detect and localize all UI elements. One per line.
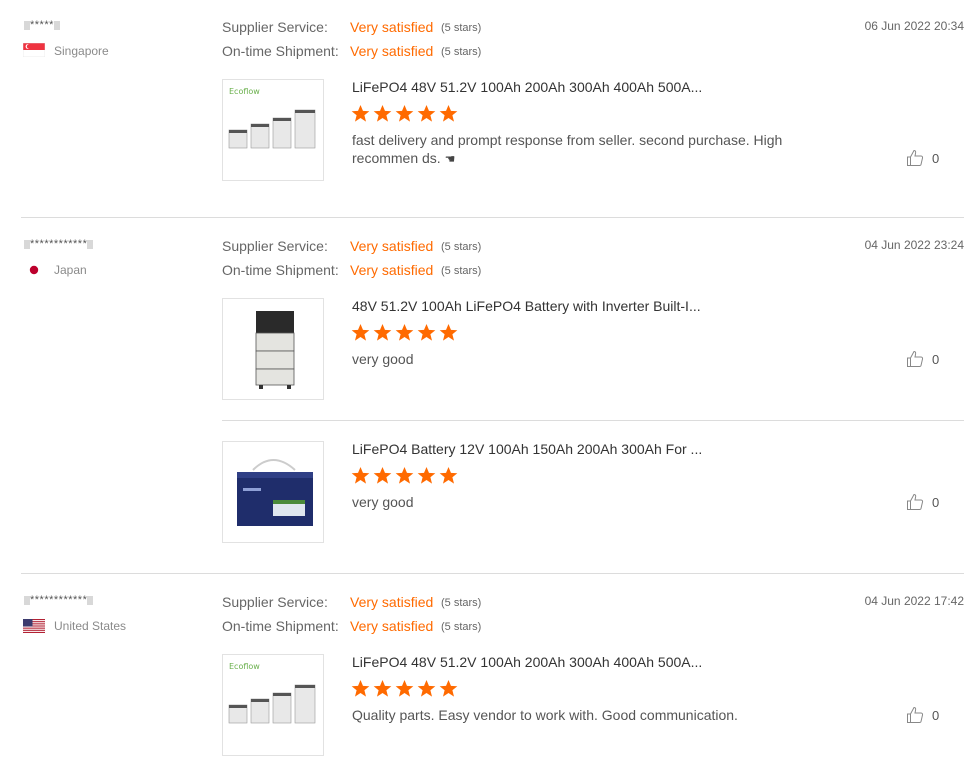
star-icon xyxy=(417,323,436,341)
product-title[interactable]: LiFePO4 Battery 12V 100Ah 150Ah 200Ah 30… xyxy=(352,441,702,457)
product-image[interactable]: Ecoflow xyxy=(222,79,324,181)
supplier-service-label: Supplier Service: xyxy=(222,238,328,254)
united-states-flag-icon xyxy=(23,619,45,633)
supplier-service-value: Very satisfied xyxy=(350,19,434,35)
shipment-stars: (5 stars) xyxy=(441,621,482,633)
product-title[interactable]: LiFePO4 48V 51.2V 100Ah 200Ah 300Ah 400A… xyxy=(352,79,702,95)
star-icon xyxy=(439,323,458,341)
star-icon xyxy=(373,104,392,122)
supplier-service-label: Supplier Service: xyxy=(222,594,328,610)
shipment-stars: (5 stars) xyxy=(441,46,482,58)
supplier-service-stars: (5 stars) xyxy=(441,241,482,253)
star-icon xyxy=(351,323,370,341)
thumbs-up-icon xyxy=(907,493,924,510)
review-comment: fast delivery and prompt response from s… xyxy=(352,132,783,166)
star-icon xyxy=(373,466,392,484)
reviewer-country: Singapore xyxy=(54,44,109,58)
star-icon xyxy=(395,679,414,697)
supplier-service-value: Very satisfied xyxy=(350,594,434,610)
reviewer-name: ************ xyxy=(24,594,94,606)
shipment-value: Very satisfied xyxy=(350,262,434,278)
like-count: 0 xyxy=(932,494,940,510)
supplier-service-label: Supplier Service: xyxy=(222,19,328,35)
like-button[interactable]: 0 xyxy=(906,149,939,167)
product-rating xyxy=(351,104,458,124)
supplier-service-stars: (5 stars) xyxy=(441,597,482,609)
product-rating xyxy=(351,466,458,486)
reviewer-country: Japan xyxy=(54,263,87,277)
star-icon xyxy=(351,679,370,697)
product-image[interactable] xyxy=(222,298,324,400)
star-icon xyxy=(373,679,392,697)
singapore-flag-icon xyxy=(23,43,45,57)
star-icon xyxy=(351,466,370,484)
japan-flag-icon xyxy=(23,263,45,277)
product-rating xyxy=(351,323,458,343)
product-divider xyxy=(222,420,964,421)
thumbs-up-icon xyxy=(907,706,924,723)
star-icon xyxy=(351,104,370,122)
star-icon xyxy=(373,323,392,341)
star-icon xyxy=(439,679,458,697)
stacked-battery-image xyxy=(255,311,295,389)
shipment-value: Very satisfied xyxy=(350,43,434,59)
star-icon xyxy=(417,104,436,122)
svg-text:Ecoflow: Ecoflow xyxy=(229,662,260,671)
pointing-hand-icon: ☚ xyxy=(444,152,456,166)
product-image[interactable]: Ecoflow xyxy=(222,654,324,756)
product-image[interactable] xyxy=(222,441,324,543)
battery-rack-image: Ecoflow xyxy=(228,87,316,149)
star-icon xyxy=(417,466,436,484)
like-button[interactable]: 0 xyxy=(906,706,939,724)
svg-text:Ecoflow: Ecoflow xyxy=(229,87,260,96)
shipment-stars: (5 stars) xyxy=(441,265,482,277)
product-rating xyxy=(351,679,458,699)
product-title[interactable]: LiFePO4 48V 51.2V 100Ah 200Ah 300Ah 400A… xyxy=(352,654,702,670)
review-date: 06 Jun 2022 20:34 xyxy=(864,19,964,33)
reviewer-name: ***** xyxy=(24,19,60,31)
product-title[interactable]: 48V 51.2V 100Ah LiFePO4 Battery with Inv… xyxy=(352,298,701,314)
shipment-label: On-time Shipment: xyxy=(222,43,339,59)
review-comment: Quality parts. Easy vendor to work with.… xyxy=(352,707,738,723)
star-icon xyxy=(395,466,414,484)
review-date: 04 Jun 2022 23:24 xyxy=(864,238,964,252)
star-icon xyxy=(395,104,414,122)
review-comment: very good xyxy=(352,351,414,367)
thumbs-up-icon xyxy=(907,350,924,367)
battery-rack-image: Ecoflow xyxy=(228,662,316,724)
supplier-service-value: Very satisfied xyxy=(350,238,434,254)
like-count: 0 xyxy=(932,150,940,166)
review-divider xyxy=(21,573,964,574)
like-count: 0 xyxy=(932,351,940,367)
review-divider xyxy=(21,217,964,218)
shipment-label: On-time Shipment: xyxy=(222,618,339,634)
star-icon xyxy=(417,679,436,697)
thumbs-up-icon xyxy=(907,149,924,166)
reviewer-name: ************ xyxy=(24,238,94,250)
like-button[interactable]: 0 xyxy=(906,350,939,368)
reviewer-country: United States xyxy=(54,619,127,633)
shipment-value: Very satisfied xyxy=(350,618,434,634)
like-button[interactable]: 0 xyxy=(906,493,939,511)
supplier-service-stars: (5 stars) xyxy=(441,22,482,34)
star-icon xyxy=(439,104,458,122)
shipment-label: On-time Shipment: xyxy=(222,262,339,278)
star-icon xyxy=(439,466,458,484)
review-comment: very good xyxy=(352,494,414,510)
like-count: 0 xyxy=(932,707,940,723)
12v-battery-image xyxy=(237,459,313,526)
review-date: 04 Jun 2022 17:42 xyxy=(864,594,964,608)
star-icon xyxy=(395,323,414,341)
